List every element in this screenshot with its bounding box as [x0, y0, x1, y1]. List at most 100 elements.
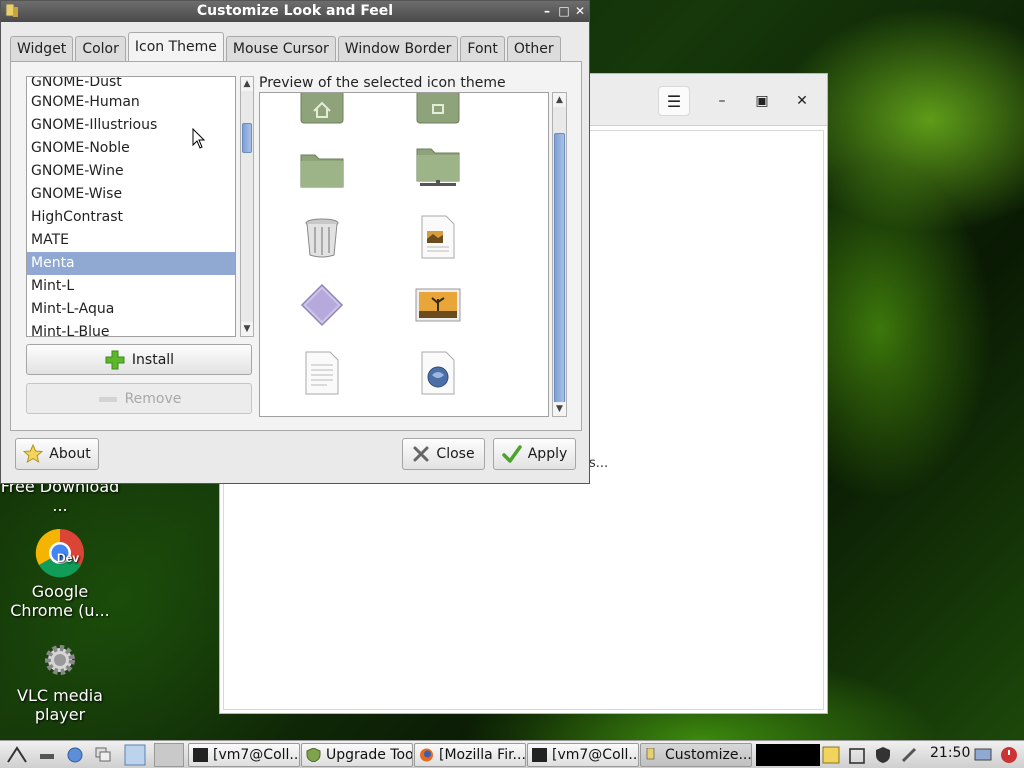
- task-firefox[interactable]: [Mozilla Fir...: [414, 743, 526, 767]
- clock[interactable]: 21:50: [930, 745, 970, 761]
- text-document-icon: [305, 351, 339, 395]
- terminal-icon: [193, 748, 208, 762]
- list-item[interactable]: Mint-L-Blue: [27, 321, 235, 336]
- task-customize[interactable]: Customize...: [640, 743, 752, 767]
- html-document-icon: [421, 351, 455, 395]
- apply-label: Apply: [527, 446, 568, 462]
- power-icon[interactable]: [1000, 746, 1018, 764]
- task-terminal-2[interactable]: [vm7@Coll...: [527, 743, 639, 767]
- shield-icon: [306, 748, 321, 762]
- hamburger-menu-icon[interactable]: ☰: [658, 86, 690, 116]
- remove-label: Remove: [124, 390, 182, 407]
- taskbar: [vm7@Coll... Upgrade Tool [Mozilla Fir..…: [0, 740, 1024, 768]
- list-item[interactable]: Mint-L-Aqua: [27, 298, 235, 321]
- list-item-selected[interactable]: Menta: [27, 252, 235, 275]
- task-label: Customize...: [665, 747, 752, 763]
- scroll-down-icon[interactable]: ▼: [553, 402, 566, 416]
- desktop-icon-google-chrome[interactable]: Dev Google Chrome (u...: [0, 528, 120, 620]
- dialog-titlebar[interactable]: Customize Look and Feel – □ ✕: [1, 1, 589, 22]
- list-item[interactable]: Mint-L: [27, 275, 235, 298]
- task-label: [vm7@Coll...: [213, 747, 300, 763]
- picture-icon: [415, 288, 461, 322]
- close-x-icon: [413, 446, 429, 462]
- folder-icon: [300, 154, 344, 188]
- gear-icon: [45, 645, 75, 675]
- desktop-icon-vlc[interactable]: VLC media player: [0, 642, 120, 724]
- apply-button[interactable]: Apply: [493, 438, 576, 470]
- install-label: Install: [131, 351, 175, 368]
- brush-icon: [646, 748, 655, 760]
- tab-mouse-cursor[interactable]: Mouse Cursor: [225, 36, 336, 62]
- maximize-icon[interactable]: ▣: [746, 86, 778, 116]
- task-label: Upgrade Tool: [326, 747, 413, 763]
- workspace-switcher-icon[interactable]: [124, 744, 146, 766]
- close-label: Close: [436, 446, 475, 462]
- list-item[interactable]: GNOME-Human: [27, 91, 235, 114]
- minimize-icon[interactable]: –: [706, 86, 738, 116]
- mouse-pointer-icon: [192, 128, 206, 149]
- icon-theme-panel: GNOME-Dust GNOME-Human GNOME-Illustrious…: [10, 61, 582, 431]
- scroll-up-icon[interactable]: ▲: [241, 77, 253, 91]
- home-folder-icon: [300, 93, 344, 124]
- tab-font[interactable]: Font: [460, 36, 505, 62]
- about-button[interactable]: About: [15, 438, 99, 470]
- task-upgrade-tool[interactable]: Upgrade Tool: [301, 743, 413, 767]
- tab-widget[interactable]: Widget: [10, 36, 74, 62]
- browser-icon[interactable]: [66, 746, 84, 764]
- tab-color[interactable]: Color: [75, 36, 126, 62]
- close-icon[interactable]: ✕: [572, 3, 588, 19]
- background-window-truncated-text: s...: [589, 456, 609, 471]
- theme-list[interactable]: GNOME-Dust GNOME-Human GNOME-Illustrious…: [26, 76, 236, 337]
- chrome-dev-icon: Dev: [35, 528, 84, 578]
- trash-icon: [305, 218, 339, 258]
- scroll-thumb[interactable]: [242, 123, 252, 153]
- chrome-badge: Dev: [57, 551, 79, 565]
- network-folder-icon: [416, 148, 460, 186]
- list-item[interactable]: MATE: [27, 229, 235, 252]
- dialog-title: Customize Look and Feel: [196, 3, 394, 19]
- start-menu-icon[interactable]: [6, 746, 28, 764]
- star-icon: [23, 444, 44, 464]
- minus-icon: [98, 396, 117, 402]
- scroll-thumb[interactable]: [554, 133, 565, 403]
- tab-other[interactable]: Other: [506, 36, 561, 62]
- parking-icon[interactable]: [822, 746, 840, 764]
- task-label: [vm7@Coll...: [552, 747, 639, 763]
- windows-icon[interactable]: [94, 746, 112, 764]
- network-icon[interactable]: [900, 746, 918, 764]
- tab-window-border[interactable]: Window Border: [337, 36, 459, 62]
- workspace-2[interactable]: [154, 743, 184, 767]
- scroll-down-icon[interactable]: ▼: [241, 322, 253, 336]
- desktop-icon-label: VLC media player: [17, 686, 103, 724]
- remove-button[interactable]: Remove: [26, 383, 252, 414]
- terminal-icon: [532, 748, 547, 762]
- preview-label: Preview of the selected icon theme: [259, 75, 506, 91]
- close-icon[interactable]: ✕: [786, 86, 818, 116]
- show-desktop-icon[interactable]: [38, 746, 56, 764]
- diamond-script-icon: [300, 283, 344, 327]
- scroll-up-icon[interactable]: ▲: [553, 93, 566, 107]
- close-button[interactable]: Close: [402, 438, 485, 470]
- tab-bar: Widget Color Icon Theme Mouse Cursor Win…: [10, 32, 563, 62]
- display-icon[interactable]: [974, 746, 992, 764]
- maximize-icon[interactable]: □: [556, 3, 572, 19]
- preview-scrollbar[interactable]: ▲ ▼: [552, 92, 567, 417]
- firefox-icon: [420, 748, 433, 762]
- about-label: About: [49, 446, 91, 462]
- theme-list-scrollbar[interactable]: ▲ ▼: [240, 76, 254, 337]
- customize-look-and-feel-dialog: Customize Look and Feel – □ ✕ Widget Col…: [0, 0, 590, 484]
- security-shield-icon[interactable]: [874, 746, 892, 764]
- plus-icon: [105, 350, 125, 369]
- minimize-icon[interactable]: –: [539, 3, 555, 19]
- list-item[interactable]: HighContrast: [27, 206, 235, 229]
- list-item[interactable]: GNOME-Wine: [27, 160, 235, 183]
- brush-icon: [5, 3, 18, 17]
- icon-preview-area: [259, 92, 549, 417]
- cpu-monitor: [756, 744, 820, 766]
- install-button[interactable]: Install: [26, 344, 252, 375]
- clipboard-icon[interactable]: [848, 746, 866, 764]
- list-item[interactable]: GNOME-Wise: [27, 183, 235, 206]
- task-terminal-1[interactable]: [vm7@Coll...: [188, 743, 300, 767]
- tab-icon-theme[interactable]: Icon Theme: [127, 32, 224, 62]
- desktop-folder-icon: [416, 93, 460, 124]
